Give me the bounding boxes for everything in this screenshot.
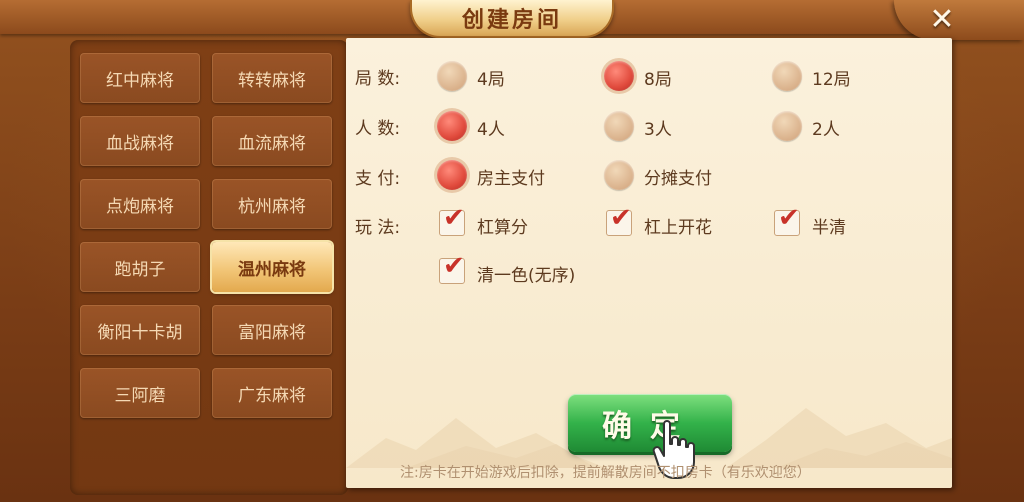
option-label: 房主支付: [477, 169, 545, 189]
game-item[interactable]: 血流麻将: [212, 116, 332, 166]
checkbox-pure-suit[interactable]: ✔: [439, 253, 465, 284]
close-button[interactable]: ✕: [924, 2, 960, 37]
radio-payment-split[interactable]: [604, 160, 634, 190]
option-label: 3人: [644, 120, 672, 140]
radio-players-3[interactable]: [604, 111, 634, 141]
check-icon: ✔: [610, 203, 632, 233]
option-label: 杠上开花: [644, 218, 712, 238]
option-label: 8局: [644, 70, 672, 90]
option-label: 半清: [812, 218, 846, 238]
option-label: 杠算分: [477, 218, 528, 238]
game-item[interactable]: 点炮麻将: [80, 179, 200, 229]
check-icon: ✔: [778, 203, 800, 233]
check-icon: ✔: [443, 251, 465, 281]
radio-payment-owner[interactable]: [437, 160, 467, 190]
radio-rounds-8[interactable]: [604, 61, 634, 91]
radio-players-2[interactable]: [772, 111, 802, 141]
checkbox-half-clear[interactable]: ✔: [774, 205, 800, 236]
window-title: 创建房间: [461, 7, 562, 33]
rounds-label: 局 数:: [355, 69, 401, 89]
option-label: 2人: [812, 120, 840, 140]
option-label: 12局: [812, 70, 851, 90]
radio-players-4[interactable]: [437, 111, 467, 141]
game-item[interactable]: 红中麻将: [80, 53, 200, 103]
close-area: ✕: [894, 0, 1024, 40]
game-list-panel: 红中麻将 转转麻将 血战麻将 血流麻将 点炮麻将 杭州麻将 跑胡子 温州麻将 衡…: [70, 40, 348, 495]
game-item-active[interactable]: 温州麻将: [212, 242, 332, 292]
option-label: 4局: [477, 70, 505, 90]
check-icon: ✔: [443, 203, 465, 233]
game-item[interactable]: 杭州麻将: [212, 179, 332, 229]
play-label: 玩 法:: [355, 218, 401, 238]
game-item[interactable]: 跑胡子: [80, 242, 200, 292]
checkbox-gang-flower[interactable]: ✔: [606, 205, 632, 236]
title-plate: 创建房间: [410, 0, 614, 38]
radio-rounds-4[interactable]: [437, 61, 467, 91]
payment-label: 支 付:: [355, 169, 401, 189]
game-item[interactable]: 转转麻将: [212, 53, 332, 103]
option-label: 清一色(无序): [477, 266, 576, 286]
game-item[interactable]: 三阿磨: [80, 368, 200, 418]
option-label: 4人: [477, 120, 505, 140]
players-label: 人 数:: [355, 119, 401, 139]
option-label: 分摊支付: [644, 169, 712, 189]
game-item[interactable]: 富阳麻将: [212, 305, 332, 355]
game-item[interactable]: 血战麻将: [80, 116, 200, 166]
footer-note: 注:房卡在开始游戏后扣除，提前解散房间不扣房卡（有乐欢迎您）: [400, 465, 811, 481]
game-item[interactable]: 衡阳十卡胡: [80, 305, 200, 355]
game-item[interactable]: 广东麻将: [212, 368, 332, 418]
radio-rounds-12[interactable]: [772, 61, 802, 91]
checkbox-gang-score[interactable]: ✔: [439, 205, 465, 236]
